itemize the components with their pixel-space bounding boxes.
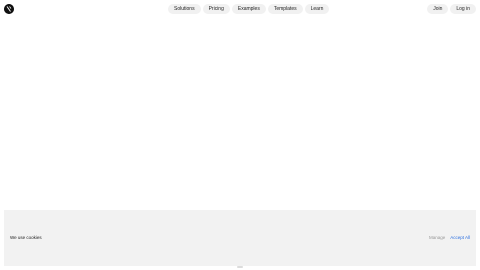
nav-item-examples[interactable]: Examples: [231, 4, 266, 14]
nav-item-pricing[interactable]: Pricing: [202, 4, 230, 14]
nav-item-templates[interactable]: Templates: [267, 4, 303, 14]
page: Solutions Pricing Examples Templates Lea…: [0, 0, 480, 270]
drag-handle[interactable]: [237, 266, 243, 268]
login-button[interactable]: Log in: [450, 4, 476, 14]
cookie-banner: We use cookies Manage Accept All: [4, 210, 476, 266]
auth-actions: Join Log in: [427, 4, 476, 14]
cookie-actions: Manage Accept All: [429, 235, 470, 240]
top-header: Solutions Pricing Examples Templates Lea…: [0, 0, 480, 18]
join-button[interactable]: Join: [427, 4, 449, 14]
nav-item-solutions[interactable]: Solutions: [168, 4, 201, 14]
cookie-message: We use cookies: [10, 235, 42, 240]
logo-mark: [4, 4, 14, 14]
accept-all-button[interactable]: Accept All: [450, 235, 470, 240]
main-nav: Solutions Pricing Examples Templates Lea…: [168, 4, 330, 14]
nav-item-learn[interactable]: Learn: [304, 4, 330, 14]
manage-cookies-button[interactable]: Manage: [429, 235, 445, 240]
logo-icon[interactable]: [4, 4, 14, 14]
